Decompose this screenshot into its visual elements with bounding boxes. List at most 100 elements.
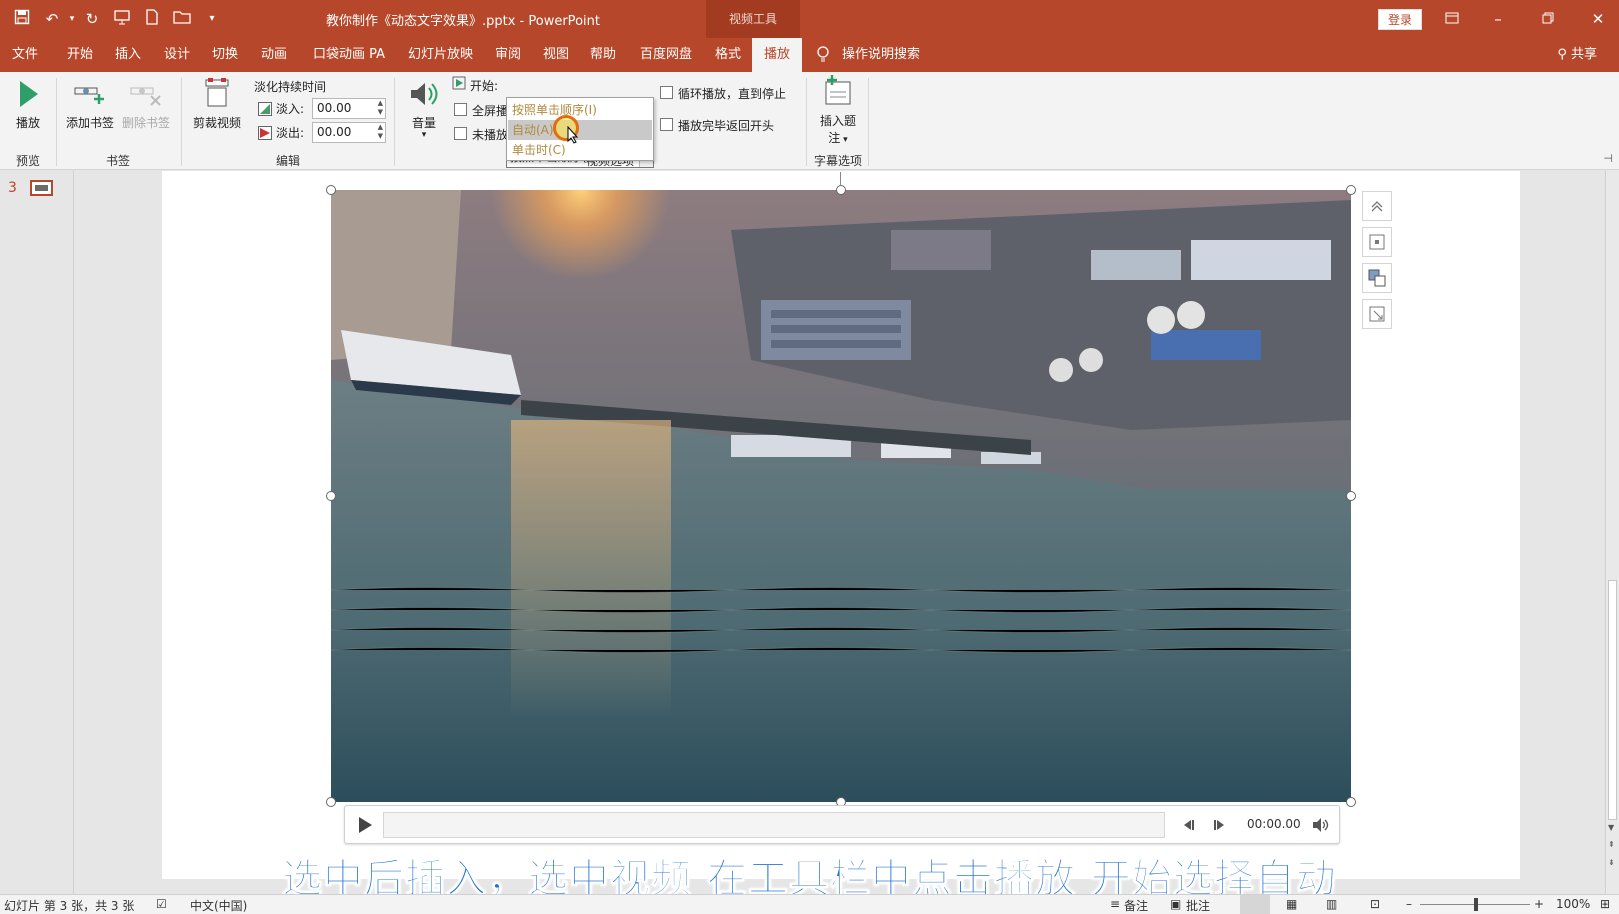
- tab-slideshow[interactable]: 幻灯片放映: [408, 38, 473, 72]
- zoom-out-icon[interactable]: –: [1406, 897, 1412, 911]
- redo-icon[interactable]: ↻: [82, 9, 102, 29]
- tab-playback[interactable]: 播放: [752, 38, 803, 72]
- next-slide-icon[interactable]: ⇟: [1608, 858, 1615, 867]
- person-icon: ⚲: [1557, 47, 1571, 62]
- language-indicator[interactable]: 中文(中国): [190, 897, 247, 914]
- rotation-stem: [840, 172, 841, 186]
- normal-view-icon[interactable]: [1240, 895, 1270, 914]
- loop-checkbox[interactable]: [660, 86, 673, 99]
- tab-baidu-netdisk[interactable]: 百度网盘: [640, 38, 692, 72]
- fade-in-spinner[interactable]: 00.00 ▲ ▼: [312, 98, 386, 119]
- resize-handle-left[interactable]: [326, 491, 336, 501]
- tab-transitions[interactable]: 切换: [212, 38, 238, 72]
- restore-icon[interactable]: [1536, 8, 1560, 30]
- layout-options-icon[interactable]: [1362, 227, 1392, 257]
- remove-bookmark-button[interactable]: 删除书签: [118, 78, 174, 131]
- tab-pocket-animation[interactable]: 口袋动画 PA: [313, 38, 385, 72]
- resize-handle-top-left[interactable]: [326, 185, 336, 195]
- spinner-arrows-icon[interactable]: ▲ ▼: [378, 99, 383, 117]
- collapse-up-icon[interactable]: [1362, 191, 1392, 221]
- scroll-down-icon[interactable]: ▼: [1608, 823, 1614, 832]
- share-button[interactable]: ⚲ 共享: [1557, 38, 1597, 72]
- vertical-scrollbar[interactable]: ▼ ⇞ ⇟: [1605, 170, 1619, 894]
- comments-icon[interactable]: ▣: [1170, 897, 1181, 911]
- start-from-beginning-icon[interactable]: [112, 9, 132, 29]
- resize-handle-bottom-left[interactable]: [326, 797, 336, 807]
- login-button[interactable]: 登录: [1378, 9, 1422, 30]
- scrollbar-thumb[interactable]: [1608, 580, 1617, 820]
- customize-qat-icon[interactable]: ▾: [202, 9, 222, 29]
- seek-bar[interactable]: [383, 812, 1165, 838]
- new-file-icon[interactable]: [142, 9, 162, 29]
- step-back-icon[interactable]: [1181, 818, 1195, 835]
- resize-handle-right[interactable]: [1346, 491, 1356, 501]
- pin-ribbon-icon[interactable]: ⊣: [1603, 152, 1613, 165]
- previous-slide-icon[interactable]: ⇞: [1608, 840, 1615, 849]
- save-icon[interactable]: [12, 9, 32, 29]
- insert-captions-button[interactable]: 插入题 注 ▾: [814, 74, 862, 146]
- crop-resize-icon[interactable]: [1362, 299, 1392, 329]
- start-option-on-click-sequence[interactable]: 按照单击顺序(I): [508, 100, 652, 120]
- zoom-in-icon[interactable]: +: [1534, 897, 1544, 911]
- spell-check-icon[interactable]: ☑: [156, 897, 167, 911]
- reading-view-icon[interactable]: ▥: [1326, 897, 1337, 911]
- remove-bookmark-icon: [130, 87, 161, 106]
- slide-thumbnail[interactable]: [30, 180, 53, 196]
- insert-captions-label-2: 注: [828, 131, 841, 145]
- undo-icon[interactable]: ↶: [42, 9, 62, 29]
- player-time: 00:00.00: [1247, 817, 1301, 831]
- notes-icon[interactable]: ≡: [1110, 897, 1120, 911]
- ribbon-display-options-icon[interactable]: [1440, 8, 1464, 30]
- volume-button[interactable]: 音量 ▾: [404, 78, 444, 140]
- tab-insert[interactable]: 插入: [115, 38, 141, 72]
- ribbon-tab-bar: 文件 开始 插入 设计 切换 动画 口袋动画 PA 幻灯片放映 审阅 视图 帮助…: [0, 38, 1619, 72]
- resize-handle-bottom-right[interactable]: [1346, 797, 1356, 807]
- fade-out-spinner[interactable]: 00.00 ▲ ▼: [312, 122, 386, 143]
- tab-review[interactable]: 审阅: [495, 38, 521, 72]
- preview-group-label: 预览: [15, 154, 40, 168]
- zoom-slider-thumb[interactable]: [1474, 898, 1478, 911]
- tab-format[interactable]: 格式: [715, 38, 741, 72]
- zoom-level[interactable]: 100%: [1556, 897, 1590, 911]
- tab-design[interactable]: 设计: [164, 38, 190, 72]
- trim-video-button[interactable]: 剪裁视频: [188, 76, 246, 131]
- add-bookmark-button[interactable]: 添加书签: [62, 78, 118, 131]
- start-option-when-clicked[interactable]: 单击时(C): [508, 140, 652, 160]
- slideshow-view-icon[interactable]: ⊡: [1370, 897, 1380, 911]
- volume-dropdown-icon: ▾: [421, 130, 427, 140]
- slide-thumbnail-panel: 3: [0, 170, 74, 894]
- play-button[interactable]: 播放: [8, 78, 48, 131]
- tab-view[interactable]: 视图: [543, 38, 569, 72]
- comments-button[interactable]: 批注: [1186, 897, 1210, 914]
- start-option-automatically[interactable]: 自动(A): [508, 120, 652, 140]
- tell-me-search[interactable]: 操作说明搜索: [842, 38, 920, 72]
- close-icon[interactable]: ✕: [1586, 8, 1610, 30]
- arrange-icon[interactable]: [1362, 263, 1392, 293]
- trim-video-icon: [205, 78, 229, 107]
- tab-home[interactable]: 开始: [67, 38, 93, 72]
- fade-out-value: 00.00: [317, 125, 352, 139]
- minimize-icon[interactable]: –: [1486, 8, 1510, 30]
- resize-handle-top-right[interactable]: [1346, 185, 1356, 195]
- bookmarks-group-label: 书签: [105, 154, 130, 168]
- rewind-checkbox[interactable]: [660, 118, 673, 131]
- tab-file[interactable]: 文件: [12, 38, 38, 72]
- video-frame[interactable]: [331, 190, 1351, 802]
- notes-button[interactable]: 备注: [1124, 897, 1148, 914]
- tab-animations[interactable]: 动画: [261, 38, 287, 72]
- step-forward-icon[interactable]: [1213, 818, 1227, 835]
- player-play-icon[interactable]: [357, 816, 373, 837]
- group-separator: [181, 78, 182, 166]
- player-volume-icon[interactable]: [1311, 816, 1329, 837]
- fade-in-label: 淡入:: [276, 102, 305, 116]
- hide-when-not-playing-checkbox[interactable]: [454, 127, 467, 140]
- open-folder-icon[interactable]: [172, 9, 192, 29]
- resize-handle-top[interactable]: [836, 185, 846, 195]
- slide-sorter-icon[interactable]: ▦: [1286, 897, 1297, 911]
- undo-dropdown-icon[interactable]: ▾: [62, 9, 82, 29]
- spinner-arrows-icon[interactable]: ▲ ▼: [378, 123, 383, 141]
- captions-group-label: 字幕选项: [813, 154, 862, 168]
- fullscreen-checkbox[interactable]: [454, 103, 467, 116]
- tab-help[interactable]: 帮助: [590, 38, 616, 72]
- fit-slide-icon[interactable]: ⊞: [1600, 897, 1610, 911]
